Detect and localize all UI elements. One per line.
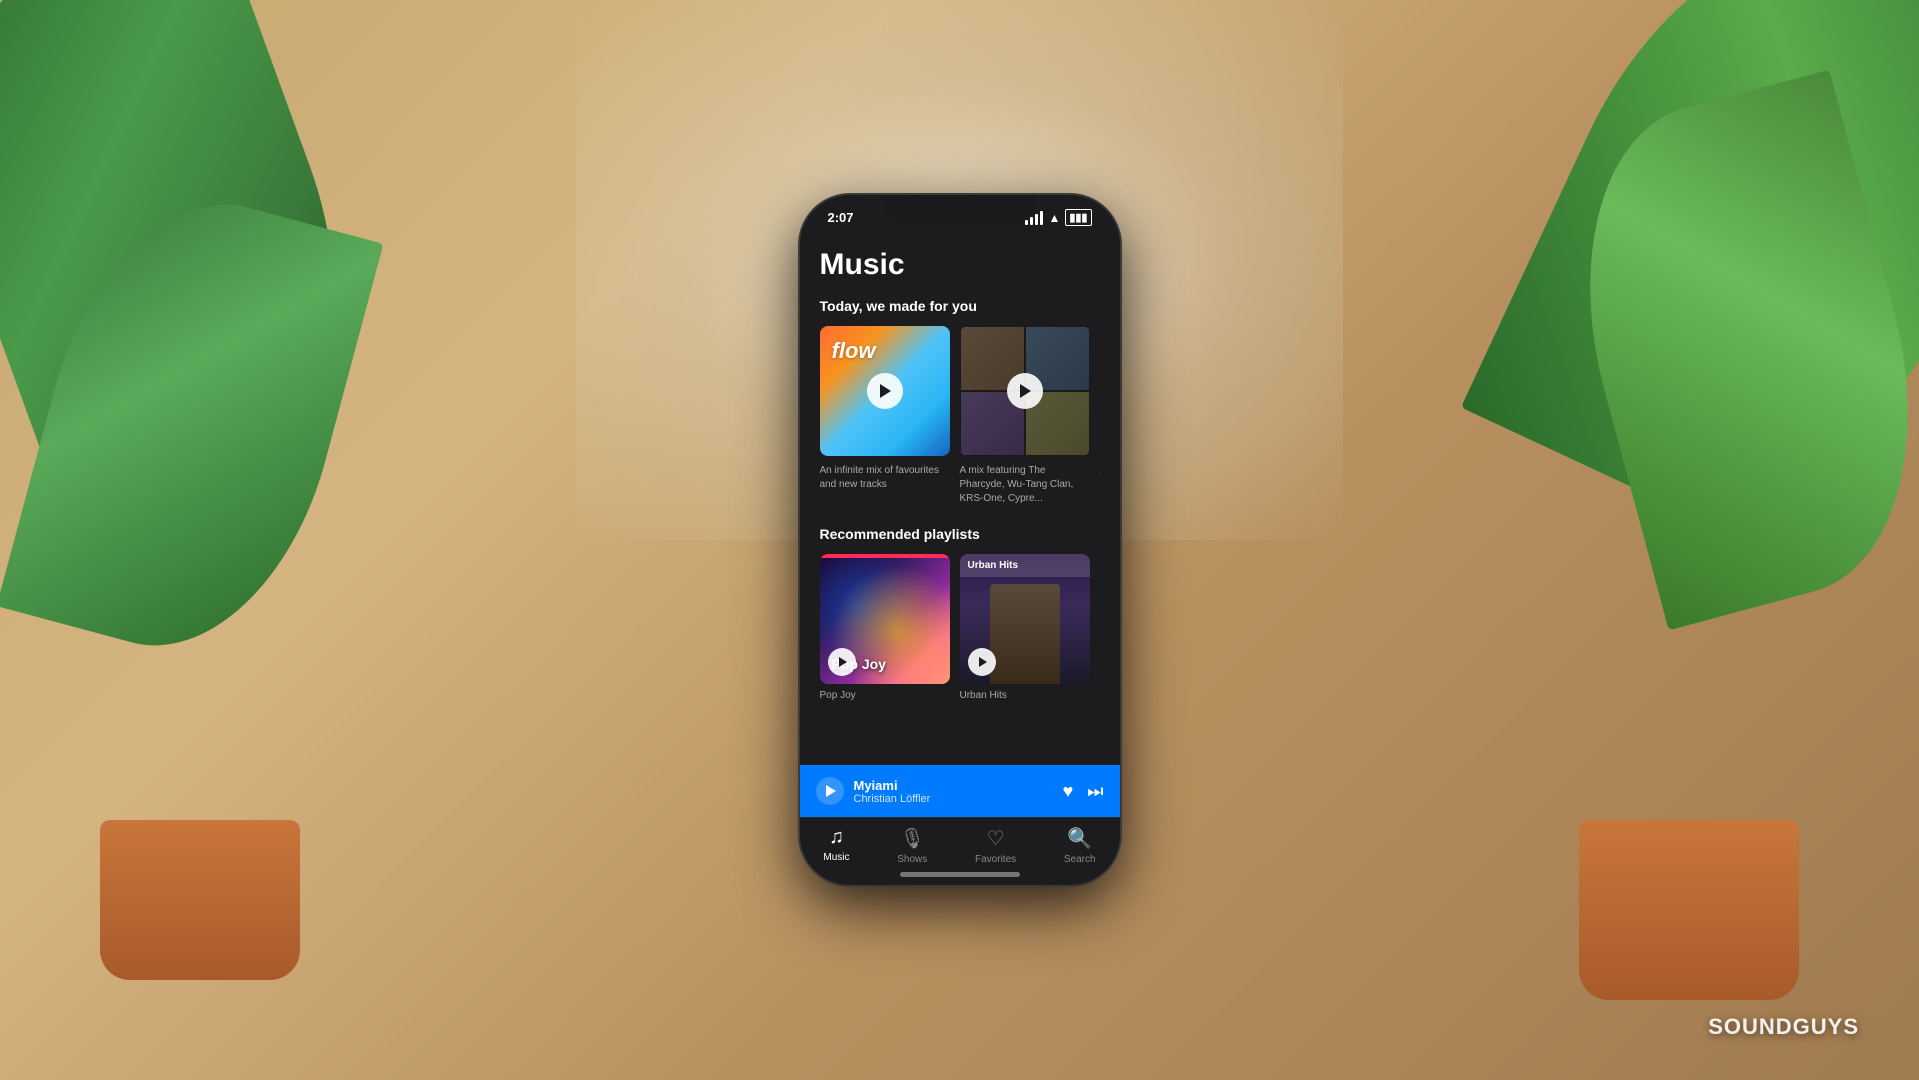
krs-description: A mix featuring The Pharcyde, Wu-Tang Cl… xyxy=(960,464,1090,506)
pop-joy-image: Pop Joy xyxy=(820,554,950,684)
playlist-section-title: Recommended playlists xyxy=(820,526,1100,542)
plant-right xyxy=(1419,0,1919,1080)
music-tab-icon: ♫ xyxy=(829,826,844,849)
tab-search[interactable]: 🔍 Search xyxy=(1064,826,1096,865)
flow-description: An infinite mix of favourites and new tr… xyxy=(820,464,950,492)
play-triangle-icon xyxy=(839,657,847,667)
card-urban-hits[interactable]: Urban Hits Urban Hits xyxy=(960,554,1090,701)
shows-tab-label: Shows xyxy=(897,854,927,865)
pot-right xyxy=(1579,820,1799,1000)
urban-play-button[interactable] xyxy=(968,648,996,676)
now-playing-controls: ♥ ⏭ xyxy=(1063,781,1104,802)
status-icons: ▲ ▮▮▮ xyxy=(1025,209,1091,226)
today-cards-row: flow An infinite mix of favourites and n… xyxy=(820,326,1100,506)
battery-icon: ▮▮▮ xyxy=(1065,209,1091,226)
page-title: Music xyxy=(820,248,1100,282)
music-tab-label: Music xyxy=(823,852,849,863)
search-tab-icon: 🔍 xyxy=(1067,826,1092,851)
flow-text: flow xyxy=(832,338,876,364)
tab-shows[interactable]: 🎙 Shows xyxy=(897,826,927,865)
playlist-section: Recommended playlists Pop Joy Pop Joy xyxy=(820,526,1100,701)
card-krs-image xyxy=(960,326,1090,456)
now-playing-title: Myiami xyxy=(854,778,1053,793)
card-krs[interactable]: A mix featuring The Pharcyde, Wu-Tang Cl… xyxy=(960,326,1090,506)
play-triangle-icon xyxy=(880,384,891,398)
tab-music[interactable]: ♫ Music xyxy=(823,826,849,865)
flow-play-button[interactable] xyxy=(867,373,903,409)
pink-bar xyxy=(820,554,950,558)
urban-hits-image: Urban Hits xyxy=(960,554,1090,684)
now-playing-info: Myiami Christian Löffler xyxy=(854,778,1053,805)
tab-favorites[interactable]: ♡ Favorites xyxy=(975,826,1016,865)
app-content: Music Today, we made for you flow An xyxy=(800,234,1120,765)
card-flow[interactable]: flow An infinite mix of favourites and n… xyxy=(820,326,950,506)
notch xyxy=(885,195,1035,223)
plant-left xyxy=(0,0,450,1080)
favorites-tab-label: Favorites xyxy=(975,854,1016,865)
today-section-title: Today, we made for you xyxy=(820,298,1100,314)
play-triangle-icon xyxy=(1020,384,1031,398)
play-triangle-icon xyxy=(979,657,987,667)
phone-frame: 2:07 ▲ ▮▮▮ Music Today, we made for you xyxy=(800,195,1120,885)
main-play-button[interactable] xyxy=(816,777,844,805)
krs-play-button[interactable] xyxy=(1007,373,1043,409)
now-playing-artist: Christian Löffler xyxy=(854,793,1053,805)
pot-left xyxy=(100,820,300,980)
wifi-icon: ▲ xyxy=(1048,211,1060,225)
soundguys-watermark: SOUNDGUYS xyxy=(1708,1014,1859,1040)
pop-joy-play-button[interactable] xyxy=(828,648,856,676)
heart-icon[interactable]: ♥ xyxy=(1063,781,1074,802)
play-icon xyxy=(826,785,836,797)
home-indicator xyxy=(900,872,1020,877)
playlist-cards-row: Pop Joy Pop Joy Urban Hits xyxy=(820,554,1100,701)
shows-tab-icon: 🎙 xyxy=(900,826,925,851)
now-playing-bar[interactable]: Myiami Christian Löffler ♥ ⏭ xyxy=(800,765,1120,817)
card-pop-joy[interactable]: Pop Joy Pop Joy xyxy=(820,554,950,701)
skip-forward-icon[interactable]: ⏭ xyxy=(1087,781,1103,802)
status-time: 2:07 xyxy=(828,210,854,225)
card-flow-image: flow xyxy=(820,326,950,456)
favorites-tab-icon: ♡ xyxy=(987,826,1005,851)
phone-screen: 2:07 ▲ ▮▮▮ Music Today, we made for you xyxy=(800,195,1120,885)
urban-person-image xyxy=(990,584,1060,684)
today-section: Today, we made for you flow An infinite … xyxy=(820,298,1100,506)
pop-joy-label: Pop Joy xyxy=(820,690,950,701)
urban-banner: Urban Hits xyxy=(960,554,1090,577)
search-tab-label: Search xyxy=(1064,854,1096,865)
urban-hits-label: Urban Hits xyxy=(960,690,1090,701)
